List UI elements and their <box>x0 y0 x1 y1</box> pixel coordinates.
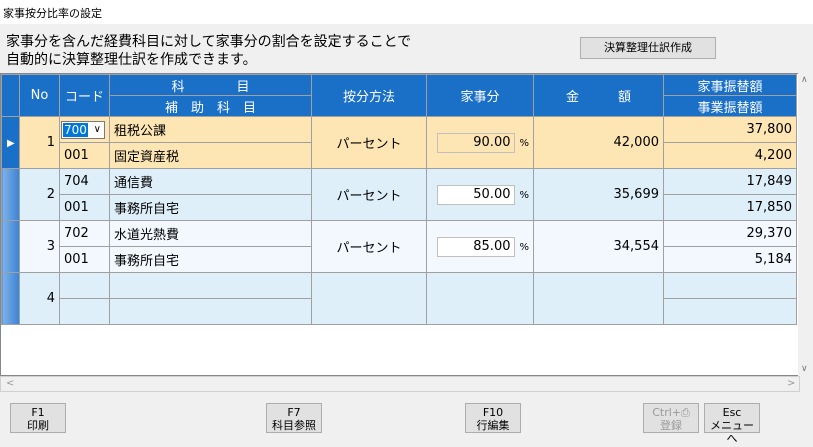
print-key: F1 <box>31 406 45 419</box>
row-no: 3 <box>19 220 60 273</box>
row-selector[interactable] <box>1 220 20 273</box>
account-name: 通信費 <box>109 168 312 195</box>
household-pct-cell: 85.00% <box>426 220 534 273</box>
table-row[interactable]: 2 704 通信費 パーセント 50.00% 35,699 17,849 <box>1 168 797 221</box>
account-name: 租税公課 <box>109 116 312 143</box>
business-transfer: 5,184 <box>663 246 797 273</box>
subaccount-name: 事務所自宅 <box>109 194 312 221</box>
row-no: 1 <box>19 116 60 169</box>
header-amount: 金 額 <box>533 74 664 117</box>
household-transfer <box>663 272 797 299</box>
household-pct-cell <box>426 272 534 325</box>
row-selector-header <box>1 74 20 117</box>
header-code: コード <box>59 74 110 117</box>
household-pct-input[interactable]: 90.00 <box>437 132 516 153</box>
method-cell[interactable]: パーセント <box>311 116 427 169</box>
register-label: 登録 <box>660 419 682 432</box>
household-pct-cell: 90.00% <box>426 116 534 169</box>
code-cell[interactable]: 702 <box>59 220 110 247</box>
code-cell[interactable] <box>59 272 110 299</box>
row-edit-label: 行編集 <box>476 419 510 432</box>
account-name: 水道光熱費 <box>109 220 312 247</box>
scroll-down-icon[interactable]: ∨ <box>801 364 808 374</box>
sub-code[interactable]: 001 <box>59 142 110 169</box>
header-account: 科 目 <box>109 74 312 96</box>
method-cell[interactable]: パーセント <box>311 168 427 221</box>
menu-label: メニューへ <box>710 419 754 445</box>
description-line-2: 自動的に決算整理仕訳を作成できます。 <box>6 52 257 68</box>
row-selector[interactable] <box>1 168 20 221</box>
code-value: 700 <box>63 122 88 137</box>
row-no: 2 <box>19 168 60 221</box>
table-row[interactable]: 4 <box>1 272 797 325</box>
scroll-right-icon[interactable]: > <box>787 378 795 389</box>
subaccount-name: 事務所自宅 <box>109 246 312 273</box>
header-household: 家事分 <box>426 74 534 117</box>
amount <box>533 272 664 325</box>
chevron-down-icon[interactable]: ∨ <box>94 122 101 138</box>
household-pct-input[interactable]: 50.00 <box>437 184 516 205</box>
row-edit-key: F10 <box>482 406 504 419</box>
header-method: 按分方法 <box>311 74 427 117</box>
code-cell[interactable]: 700 ∨ <box>59 116 110 143</box>
window-title: 家事按分比率の設定 <box>0 0 813 24</box>
household-transfer: 17,849 <box>663 168 797 195</box>
create-closing-entries-button[interactable]: 決算整理仕訳作成 <box>580 37 716 59</box>
household-transfer: 29,370 <box>663 220 797 247</box>
scroll-up-icon[interactable]: ∧ <box>801 75 808 85</box>
description: 家事分を含んだ経費科目に対して家事分の割合を設定することで 自動的に決算整理仕訳… <box>6 33 411 69</box>
current-row-icon: ▶ <box>7 138 15 149</box>
amount: 34,554 <box>533 220 664 273</box>
account-lookup-key: F7 <box>287 406 301 419</box>
header-business-transfer: 事業振替額 <box>663 95 797 117</box>
sub-code[interactable]: 001 <box>59 246 110 273</box>
scroll-left-icon[interactable]: < <box>6 378 14 389</box>
horizontal-scrollbar[interactable]: < > <box>0 376 800 392</box>
code-cell[interactable]: 704 <box>59 168 110 195</box>
household-pct-cell: 50.00% <box>426 168 534 221</box>
account-lookup-button[interactable]: F7 科目参照 <box>266 403 322 433</box>
percent-unit: % <box>519 189 529 201</box>
code-dropdown[interactable]: 700 ∨ <box>61 120 105 139</box>
row-no: 4 <box>19 272 60 325</box>
percent-unit: % <box>519 137 529 149</box>
amount: 42,000 <box>533 116 664 169</box>
allocation-grid: No コード 科 目 按分方法 家事分 金 額 家事振替額 補 助 科 目 事業… <box>0 73 800 376</box>
business-transfer: 4,200 <box>663 142 797 169</box>
household-pct-input[interactable]: 85.00 <box>437 236 516 257</box>
print-label: 印刷 <box>27 419 49 432</box>
header-no: No <box>19 74 60 117</box>
account-lookup-label: 科目参照 <box>272 419 316 432</box>
household-transfer: 37,800 <box>663 116 797 143</box>
sub-code[interactable] <box>59 298 110 325</box>
method-cell[interactable]: パーセント <box>311 220 427 273</box>
print-button[interactable]: F1 印刷 <box>10 403 66 433</box>
business-transfer: 17,850 <box>663 194 797 221</box>
vertical-scrollbar[interactable]: ∧ ∨ <box>798 73 813 376</box>
subaccount-name <box>109 298 312 325</box>
header-household-transfer: 家事振替額 <box>663 74 797 96</box>
amount: 35,699 <box>533 168 664 221</box>
row-selector[interactable]: ▶ <box>1 116 20 169</box>
menu-key: Esc <box>722 406 742 419</box>
method-cell[interactable] <box>311 272 427 325</box>
account-name <box>109 272 312 299</box>
table-row[interactable]: ▶ 1 700 ∨ 租税公課 パーセント 90.00% 42,000 37,800 <box>1 116 797 169</box>
description-line-1: 家事分を含んだ経費科目に対して家事分の割合を設定することで <box>6 34 412 50</box>
table-row[interactable]: 3 702 水道光熱費 パーセント 85.00% 34,554 29,370 <box>1 220 797 273</box>
register-key: Ctrl+⎙ <box>652 406 690 419</box>
row-selector[interactable] <box>1 272 20 325</box>
subaccount-name: 固定資産税 <box>109 142 312 169</box>
menu-button[interactable]: Esc メニューへ <box>704 403 760 445</box>
sub-code[interactable]: 001 <box>59 194 110 221</box>
business-transfer <box>663 298 797 325</box>
percent-unit: % <box>519 241 529 253</box>
header-subaccount: 補 助 科 目 <box>109 95 312 117</box>
register-button[interactable]: Ctrl+⎙ 登録 <box>643 403 699 433</box>
row-edit-button[interactable]: F10 行編集 <box>465 403 521 433</box>
